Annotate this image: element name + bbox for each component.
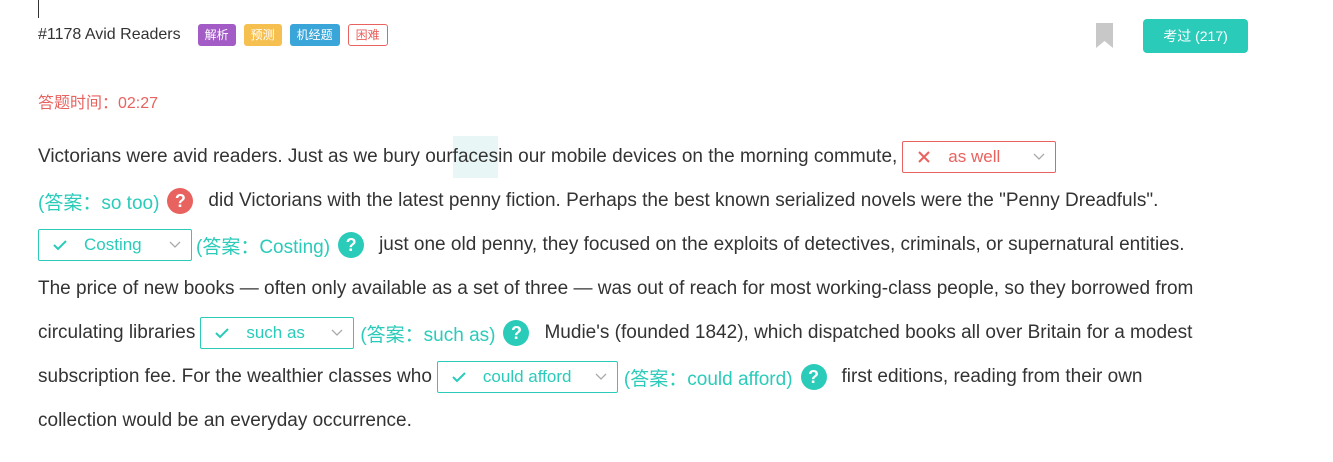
passage-text: subscription fee. For the wealthier clas… — [38, 366, 432, 387]
help-icon[interactable]: ? — [503, 320, 530, 346]
highlighted-word[interactable]: faces — [452, 136, 499, 178]
passage-line-4: The price of new books — often only avai… — [38, 272, 1193, 306]
blank-select-1[interactable]: as well — [902, 141, 1057, 173]
tag-predict[interactable]: 预测 — [243, 24, 282, 46]
wrong-x-icon — [918, 151, 931, 163]
question-title: #1178 Avid Readers — [38, 26, 181, 43]
help-icon[interactable]: ? — [167, 188, 194, 214]
passage-line-2: (答案：so too) ? did Victorians with the la… — [38, 184, 1158, 218]
passage-text: circulating libraries — [38, 322, 196, 343]
correct-answer-1: (答案：so too) — [38, 192, 160, 214]
correct-answer-3: (答案：such as) — [360, 324, 496, 346]
check-icon — [53, 240, 67, 251]
correct-answer-2: (答案：Costing) — [196, 236, 331, 258]
passage-text: did Victorians with the latest penny fic… — [208, 190, 1159, 211]
blank-select-3[interactable]: such as — [200, 317, 355, 349]
passage-text: first editions, reading from their own — [841, 366, 1143, 387]
blank-value: as well — [948, 147, 1001, 166]
help-icon[interactable]: ? — [800, 364, 827, 390]
passage-text: Victorians were avid readers. Just as we… — [38, 146, 453, 167]
passage-line-1: Victorians were avid readers. Just as we… — [38, 136, 1057, 178]
blank-value: Costing — [84, 235, 142, 254]
passage-text: in our mobile devices on the morning com… — [498, 146, 898, 167]
blank-select-4[interactable]: could afford — [436, 361, 618, 393]
check-icon — [215, 328, 230, 339]
check-icon — [452, 372, 466, 383]
question-header: #1178 Avid Readers 解析 预测 机经题 困难 — [38, 22, 396, 48]
chevron-down-icon — [331, 329, 343, 336]
chevron-down-icon — [1033, 153, 1045, 160]
blank-value: could afford — [482, 367, 572, 386]
text-caret — [38, 0, 39, 18]
passage-text: just one old penny, they focused on the … — [379, 234, 1185, 255]
passage-text: The price of new books — often only avai… — [38, 278, 1194, 299]
passage-text: collection would be an everyday occurren… — [38, 410, 412, 431]
passage-line-3: Costing (答案：Costing) ? just one old penn… — [38, 228, 1185, 262]
tag-difficulty: 困难 — [347, 24, 388, 46]
tag-machine-question[interactable]: 机经题 — [289, 24, 340, 46]
passage-line-7: collection would be an everyday occurren… — [38, 404, 412, 438]
answer-timer: 答题时间：02:27 — [38, 95, 159, 112]
passage-text: Mudie's (founded 1842), which dispatched… — [544, 322, 1193, 343]
correct-answer-4: (答案：could afford) — [623, 368, 793, 390]
blank-select-2[interactable]: Costing — [38, 229, 192, 261]
chevron-down-icon — [595, 373, 607, 380]
blank-value: such as — [246, 323, 305, 342]
chevron-down-icon — [169, 241, 181, 248]
tag-analysis[interactable]: 解析 — [197, 24, 236, 46]
passage-line-5: circulating libraries such as (答案：such a… — [38, 316, 1192, 350]
help-icon[interactable]: ? — [338, 232, 365, 258]
passage-line-6: subscription fee. For the wealthier clas… — [38, 360, 1143, 394]
passed-count-button[interactable]: 考过 (217) — [1143, 19, 1248, 53]
bookmark-icon[interactable] — [1096, 23, 1113, 48]
